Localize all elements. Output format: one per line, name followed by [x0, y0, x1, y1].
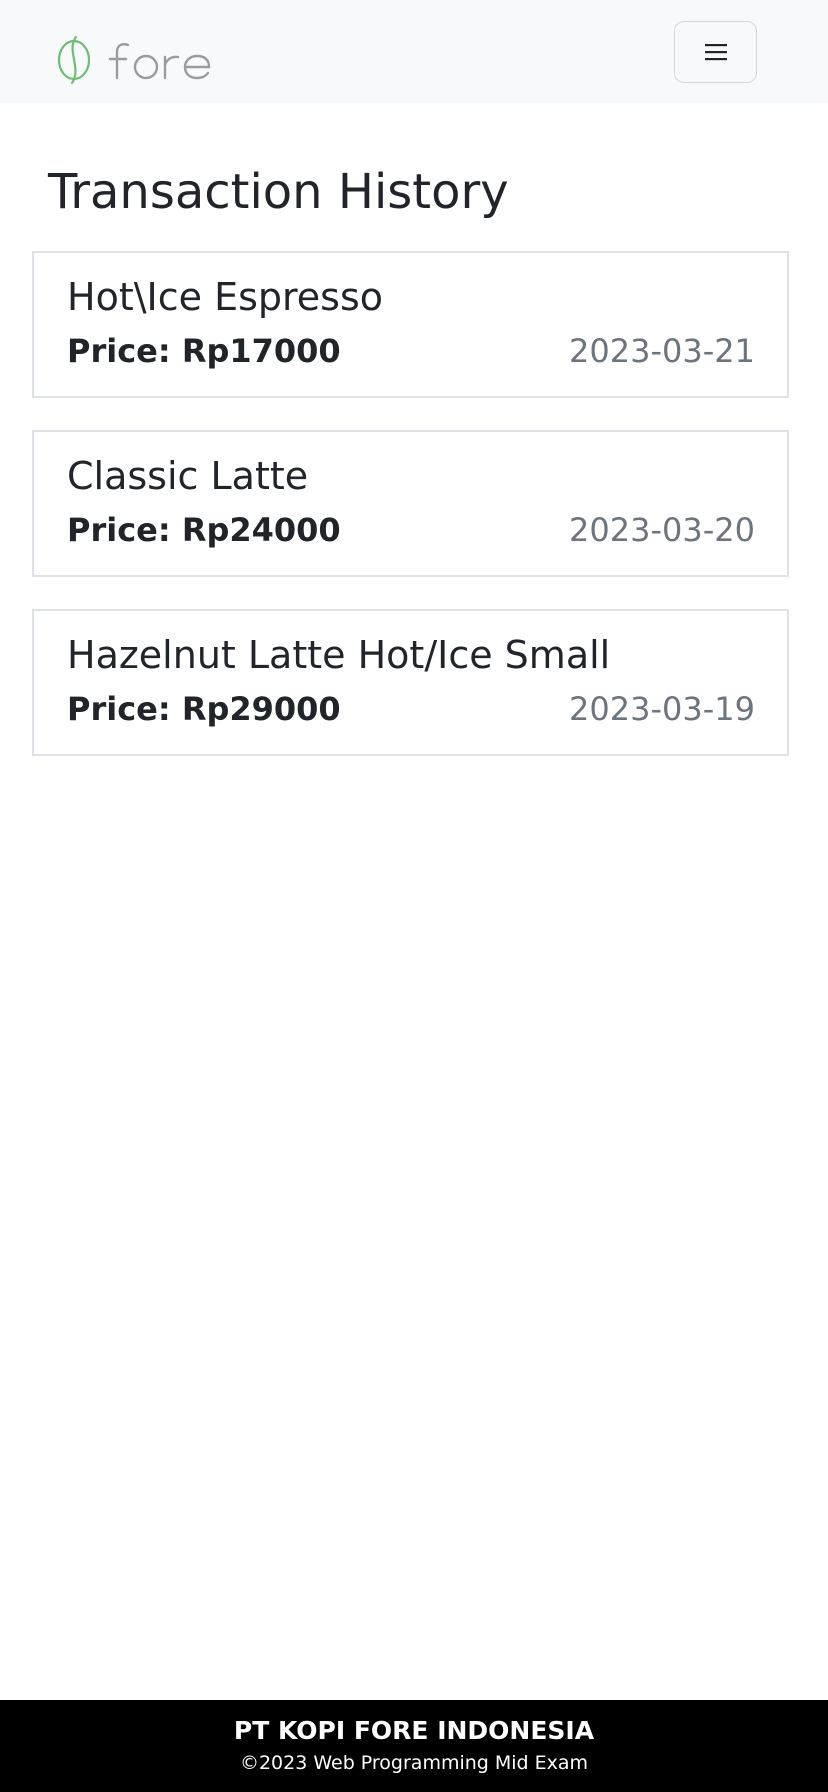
hamburger-icon — [704, 44, 727, 61]
transaction-date: 2023-03-20 — [569, 511, 755, 549]
fore-logo[interactable] — [54, 34, 214, 86]
transaction-card[interactable]: Hazelnut Latte Hot/Ice Small Price: Rp29… — [32, 609, 789, 756]
page-title: Transaction History — [48, 164, 509, 220]
transaction-card[interactable]: Hot\Ice Espresso Price: Rp17000 2023-03-… — [32, 251, 789, 398]
transaction-name: Hot\Ice Espresso — [67, 275, 384, 319]
transaction-date: 2023-03-19 — [569, 690, 755, 728]
transaction-name: Classic Latte — [67, 454, 309, 498]
transaction-name: Hazelnut Latte Hot/Ice Small — [67, 633, 611, 677]
transaction-card[interactable]: Classic Latte Price: Rp24000 2023-03-20 — [32, 430, 789, 577]
transaction-price: Price: Rp24000 — [67, 511, 341, 549]
transaction-date: 2023-03-21 — [569, 332, 755, 370]
footer-copyright: ©2023 Web Programming Mid Exam — [239, 1752, 589, 1774]
footer-company-name: PT KOPI FORE INDONESIA — [233, 1716, 595, 1745]
navbar — [0, 0, 828, 103]
menu-toggle-button[interactable] — [674, 21, 757, 83]
footer: PT KOPI FORE INDONESIA ©2023 Web Program… — [0, 1700, 828, 1792]
transaction-price: Price: Rp29000 — [67, 690, 341, 728]
transaction-price: Price: Rp17000 — [67, 332, 341, 370]
